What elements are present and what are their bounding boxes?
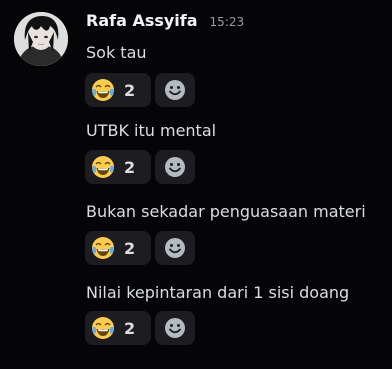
reaction-joy[interactable]: 2 — [85, 311, 151, 345]
message-text: Nilai kepintaran dari 1 sisi doang — [86, 283, 350, 302]
add-reaction-button[interactable] — [155, 231, 195, 265]
avatar[interactable] — [14, 12, 68, 66]
message-header: Rafa Assyifa 15:23 — [86, 11, 244, 35]
reaction-bar: 2 — [85, 231, 195, 265]
reaction-bar: 2 — [85, 150, 195, 184]
message-text: Sok tau — [86, 43, 147, 62]
add-reaction-button[interactable] — [155, 150, 195, 184]
message-text: UTBK itu mental — [86, 121, 217, 140]
add-reaction-icon — [165, 238, 185, 258]
reaction-joy[interactable]: 2 — [85, 73, 151, 107]
joy-emoji-icon — [92, 317, 114, 339]
reaction-bar: 2 — [85, 73, 195, 107]
joy-emoji-icon — [92, 79, 114, 101]
avatar-image — [14, 12, 68, 66]
reaction-bar: 2 — [85, 311, 195, 345]
add-reaction-icon — [165, 318, 185, 338]
reaction-count: 2 — [124, 157, 136, 177]
message-timestamp[interactable]: 15:23 — [210, 15, 245, 29]
add-reaction-button[interactable] — [155, 73, 195, 107]
reaction-count: 2 — [124, 238, 136, 258]
reaction-joy[interactable]: 2 — [85, 150, 151, 184]
add-reaction-icon — [165, 80, 185, 100]
reaction-count: 2 — [124, 318, 136, 338]
reaction-joy[interactable]: 2 — [85, 231, 151, 265]
add-reaction-icon — [165, 157, 185, 177]
reaction-count: 2 — [124, 80, 136, 100]
joy-emoji-icon — [92, 156, 114, 178]
username[interactable]: Rafa Assyifa — [86, 11, 198, 30]
add-reaction-button[interactable] — [155, 311, 195, 345]
joy-emoji-icon — [92, 237, 114, 259]
message-text: Bukan sekadar penguasaan materi — [86, 202, 366, 221]
